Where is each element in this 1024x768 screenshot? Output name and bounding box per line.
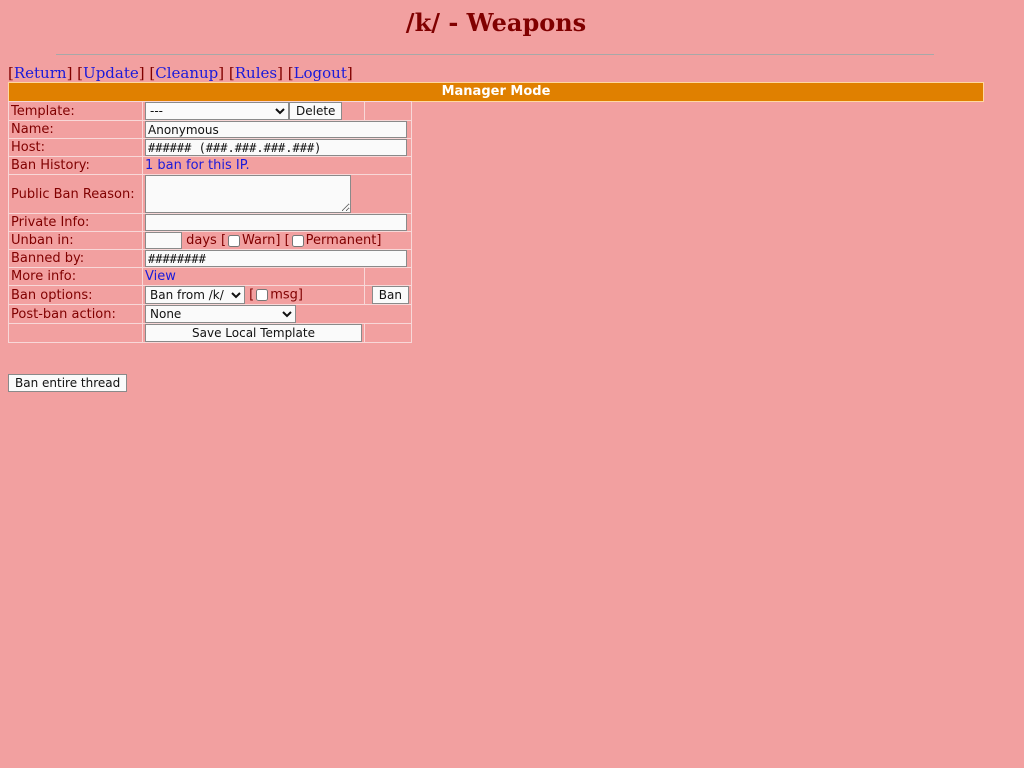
host-label: Host: bbox=[8, 138, 143, 157]
nav-rules-link[interactable]: Rules bbox=[235, 64, 277, 82]
msg-label: msg] bbox=[270, 287, 303, 303]
save-template-cell: Save Local Template bbox=[142, 323, 365, 343]
save-template-empty-cell bbox=[8, 323, 143, 343]
public-reason-row: Public Ban Reason: bbox=[8, 174, 412, 214]
name-input[interactable] bbox=[145, 121, 407, 138]
banned-by-cell bbox=[142, 249, 412, 268]
ban-history-link[interactable]: 1 ban for this IP. bbox=[145, 158, 250, 173]
template-extra-cell bbox=[364, 101, 412, 121]
save-template-row: Save Local Template bbox=[8, 323, 412, 343]
nav-return-link[interactable]: Return bbox=[14, 64, 67, 82]
warn-label: Warn] bbox=[242, 233, 281, 248]
permanent-label: Permanent] bbox=[305, 233, 382, 248]
private-info-input[interactable] bbox=[145, 214, 407, 231]
host-cell bbox=[142, 138, 412, 157]
manager-page: /k/ - Weapons [Return] [Update] [Cleanup… bbox=[0, 0, 1024, 768]
delete-template-button[interactable]: Delete bbox=[289, 102, 343, 120]
msg-bracket: [ bbox=[249, 287, 255, 303]
more-info-cell: View bbox=[142, 267, 365, 286]
template-row: Template: --- Delete bbox=[8, 101, 412, 121]
name-cell bbox=[142, 120, 412, 139]
name-label: Name: bbox=[8, 120, 143, 139]
public-reason-cell bbox=[142, 174, 412, 214]
manager-nav: [Return] [Update] [Cleanup] [Rules] [Log… bbox=[8, 64, 353, 82]
host-input[interactable] bbox=[145, 139, 407, 156]
nav-cleanup-link[interactable]: Cleanup bbox=[155, 64, 218, 82]
ban-scope-select[interactable]: Ban from /k/ bbox=[145, 286, 245, 304]
ban-options-cell: Ban from /k/ [ msg] bbox=[142, 285, 365, 305]
board-title: /k/ - Weapons bbox=[405, 8, 587, 37]
post-ban-label: Post-ban action: bbox=[8, 304, 143, 324]
ban-history-row: Ban History: 1 ban for this IP. bbox=[8, 156, 412, 175]
more-info-label: More info: bbox=[8, 267, 143, 286]
banned-by-row: Banned by: bbox=[8, 249, 412, 268]
unban-row: Unban in: days [ Warn] [ Permanent] bbox=[8, 231, 412, 250]
post-ban-row: Post-ban action: None bbox=[8, 304, 412, 324]
more-info-view-link[interactable]: View bbox=[145, 269, 176, 284]
unban-cell: days [ Warn] [ Permanent] bbox=[142, 231, 412, 250]
ban-button[interactable]: Ban bbox=[371, 286, 409, 304]
ban-history-label: Ban History: bbox=[8, 156, 143, 175]
banned-by-input[interactable] bbox=[145, 250, 407, 267]
ban-history-cell: 1 ban for this IP. bbox=[142, 156, 412, 175]
banned-by-label: Banned by: bbox=[8, 249, 143, 268]
private-info-row: Private Info: bbox=[8, 213, 412, 232]
unban-label: Unban in: bbox=[8, 231, 143, 250]
public-reason-textarea[interactable] bbox=[145, 175, 351, 213]
nav-update-link[interactable]: Update bbox=[83, 64, 139, 82]
msg-checkbox[interactable] bbox=[256, 289, 269, 301]
more-info-extra-cell bbox=[364, 267, 412, 286]
permanent-checkbox[interactable] bbox=[291, 234, 304, 247]
ban-options-row: Ban options: Ban from /k/ [ msg] Ban bbox=[8, 285, 412, 305]
save-local-template-button[interactable]: Save Local Template bbox=[145, 324, 362, 342]
template-cell: --- Delete bbox=[142, 101, 365, 121]
private-info-label: Private Info: bbox=[8, 213, 143, 232]
manager-mode-bar: Manager Mode bbox=[8, 82, 984, 102]
days-text: days [ bbox=[186, 233, 227, 248]
post-ban-action-select[interactable]: None bbox=[145, 305, 296, 323]
unban-days-input[interactable] bbox=[145, 232, 182, 249]
ban-options-label: Ban options: bbox=[8, 285, 143, 305]
more-info-row: More info: View bbox=[8, 267, 412, 286]
nav-logout-link[interactable]: Logout bbox=[294, 64, 347, 82]
private-info-cell bbox=[142, 213, 412, 232]
title-divider bbox=[56, 54, 934, 55]
template-label: Template: bbox=[8, 101, 143, 121]
template-select[interactable]: --- bbox=[145, 102, 289, 120]
name-row: Name: bbox=[8, 120, 412, 139]
ban-entire-thread-button[interactable]: Ban entire thread bbox=[8, 374, 128, 392]
post-ban-cell: None bbox=[142, 304, 412, 324]
host-row: Host: bbox=[8, 138, 412, 157]
public-reason-label: Public Ban Reason: bbox=[8, 174, 143, 214]
save-template-extra-cell bbox=[364, 323, 412, 343]
warn-checkbox[interactable] bbox=[228, 234, 241, 247]
permanent-bracket: [ bbox=[284, 233, 290, 248]
ban-button-cell: Ban bbox=[364, 285, 412, 305]
ban-form-table: Template: --- Delete Name: Host: Ban His… bbox=[8, 101, 412, 343]
